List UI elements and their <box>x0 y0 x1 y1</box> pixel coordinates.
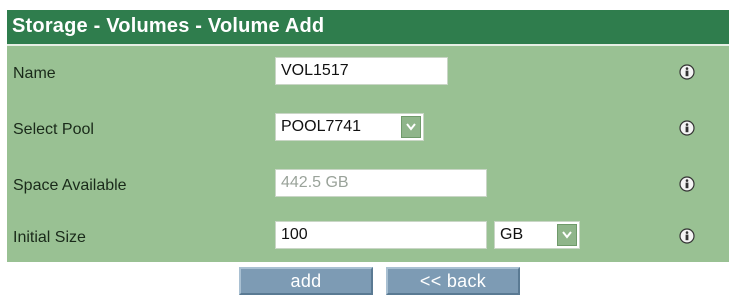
name-row: Name <box>7 54 729 94</box>
initial-size-input[interactable] <box>275 221 487 249</box>
space-available-label: Space Available <box>13 177 127 194</box>
page-title: Storage - Volumes - Volume Add <box>12 15 325 37</box>
pool-select-value: POOL7741 <box>281 118 362 135</box>
pool-select[interactable]: POOL7741 <box>275 113 424 141</box>
size-unit-select[interactable]: GB <box>494 221 580 249</box>
pool-dropdown-button[interactable] <box>401 116 421 138</box>
space-available-row: Space Available <box>7 166 729 206</box>
volume-add-panel: Storage - Volumes - Volume Add Name Sele… <box>7 10 729 262</box>
initial-size-label: Initial Size <box>13 229 86 246</box>
pool-label: Select Pool <box>13 121 94 138</box>
chevron-down-icon <box>406 123 416 131</box>
initial-size-row: Initial Size GB <box>7 218 729 258</box>
info-icon[interactable] <box>679 176 695 192</box>
pool-row: Select Pool POOL7741 <box>7 110 729 150</box>
button-bar: add << back <box>0 263 738 299</box>
title-bar: Storage - Volumes - Volume Add <box>7 10 729 46</box>
name-label: Name <box>13 65 56 82</box>
back-button[interactable]: << back <box>386 267 520 295</box>
add-button[interactable]: add <box>239 267 373 295</box>
info-icon[interactable] <box>679 64 695 80</box>
info-icon[interactable] <box>679 120 695 136</box>
name-input[interactable] <box>275 57 448 85</box>
size-unit-dropdown-button[interactable] <box>557 224 577 246</box>
chevron-down-icon <box>562 231 572 239</box>
space-available-field <box>275 169 487 197</box>
info-icon[interactable] <box>679 228 695 244</box>
size-unit-value: GB <box>500 226 524 243</box>
